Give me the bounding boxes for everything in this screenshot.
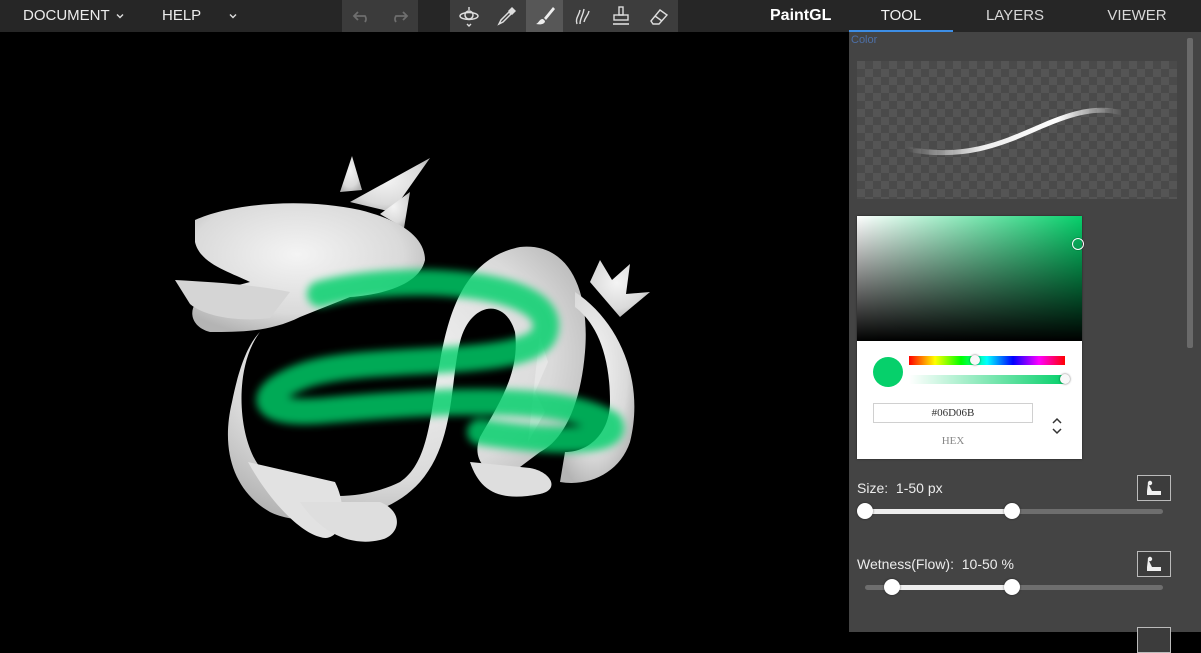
rotate-view-icon xyxy=(458,7,479,27)
alpha-slider-knob[interactable] xyxy=(1060,374,1070,384)
wetness-slider[interactable] xyxy=(865,579,1163,595)
wetness-min-thumb[interactable] xyxy=(884,579,901,595)
stamp-icon xyxy=(612,6,629,25)
brush-preview xyxy=(857,61,1177,199)
hex-input[interactable] xyxy=(873,403,1033,423)
section-label: Color xyxy=(851,34,878,46)
pen-pressure-icon xyxy=(1147,480,1161,495)
wetness-max-thumb[interactable] xyxy=(1004,579,1021,595)
eyedropper-icon xyxy=(496,7,516,26)
eraser-icon xyxy=(649,9,668,25)
chevron-down-icon xyxy=(229,14,237,19)
eraser-tool[interactable] xyxy=(640,0,677,32)
hue-slider-knob[interactable] xyxy=(969,355,980,365)
alpha-slider[interactable] xyxy=(909,374,1070,384)
wetness-range: 10-50 % xyxy=(961,556,1014,572)
brush-icon xyxy=(535,7,555,25)
tab-layers[interactable]: LAYERS xyxy=(963,0,1067,32)
paint-canvas[interactable] xyxy=(0,32,849,632)
smudge-icon xyxy=(575,8,590,25)
size-range: 1-50 px xyxy=(895,480,943,496)
tab-viewer[interactable]: VIEWER xyxy=(1087,0,1187,32)
smudge-tool[interactable] xyxy=(564,0,601,32)
help-menu[interactable]: HELP xyxy=(162,0,237,32)
brush-tool[interactable] xyxy=(526,0,563,32)
pen-pressure-icon xyxy=(1147,556,1161,571)
redo-button[interactable] xyxy=(380,0,417,32)
scrollbar-thumb[interactable] xyxy=(1187,38,1193,348)
panel-tabs: TOOL LAYERS VIEWER xyxy=(849,0,1201,32)
rotate-view-tool[interactable] xyxy=(450,0,487,32)
mode-toggle-icon[interactable] xyxy=(1051,415,1063,437)
top-bar: DOCUMENT HELP PaintGL xyxy=(0,0,849,32)
document-menu-label: DOCUMENT xyxy=(23,7,110,24)
tab-tool[interactable]: TOOL xyxy=(849,0,953,32)
size-min-thumb[interactable] xyxy=(857,503,873,519)
saturation-value-area[interactable] xyxy=(857,216,1084,341)
next-pressure-button[interactable] xyxy=(1137,627,1171,653)
size-max-thumb[interactable] xyxy=(1004,503,1021,519)
wetness-slider-fill xyxy=(892,585,1013,590)
sv-cursor[interactable] xyxy=(1072,238,1084,250)
document-menu[interactable]: DOCUMENT xyxy=(23,0,124,32)
size-label: Size: xyxy=(857,480,889,496)
brush-stroke-preview-icon xyxy=(904,107,1125,156)
wetness-label: Wetness(Flow): xyxy=(857,556,954,572)
size-label-group: Size: 1-50 px xyxy=(857,480,943,496)
size-slider[interactable] xyxy=(857,503,1163,519)
color-mode-label: HEX xyxy=(941,435,965,447)
stamp-tool[interactable] xyxy=(602,0,639,32)
size-pressure-button[interactable] xyxy=(1137,475,1171,501)
current-color-swatch xyxy=(873,357,903,387)
dragon-model-image xyxy=(175,156,650,542)
undo-button[interactable] xyxy=(343,0,380,32)
chevron-down-icon xyxy=(116,14,124,19)
hue-slider[interactable] xyxy=(909,355,1065,365)
size-slider-fill xyxy=(865,509,1013,514)
wetness-pressure-button[interactable] xyxy=(1137,551,1171,577)
redo-icon xyxy=(393,11,408,23)
tools-group xyxy=(450,0,678,32)
help-menu-label: HELP xyxy=(162,7,202,24)
eyedropper-tool[interactable] xyxy=(488,0,525,32)
undo-icon xyxy=(352,11,367,23)
color-picker: HEX xyxy=(857,216,1084,459)
panel-scrollbar[interactable] xyxy=(1185,34,1195,630)
wetness-label-group: Wetness(Flow): 10-50 % xyxy=(857,556,1014,572)
tool-panel: TOOL LAYERS VIEWER Color #06D06B HEX Siz… xyxy=(849,0,1201,653)
app-title: PaintGL xyxy=(770,7,832,24)
history-group xyxy=(342,0,418,32)
